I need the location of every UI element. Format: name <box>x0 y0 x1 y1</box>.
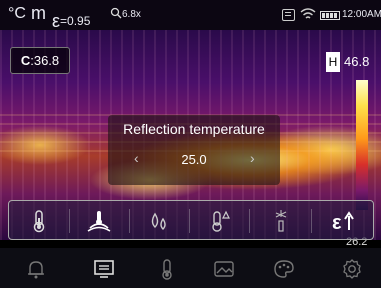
high-temperature: H 46.8 <box>326 52 376 72</box>
palette-tab[interactable] <box>270 256 298 282</box>
thermometer-icon <box>33 210 45 233</box>
emissivity-readout[interactable]: ε=0.95 <box>52 9 91 31</box>
image-icon <box>214 261 234 277</box>
wifi-icon <box>300 8 316 19</box>
toolbar-divider <box>69 209 70 233</box>
center-temperature: C:36.8 <box>10 47 70 74</box>
dialog-title: Reflection temperature <box>123 121 265 137</box>
toolbar-divider <box>311 209 312 233</box>
sd-card-icon <box>282 9 295 21</box>
status-bar: °C m ε=0.95 6.8x 12:00AM <box>0 0 381 31</box>
svg-text:ε: ε <box>332 212 342 234</box>
high-label: H <box>326 52 340 72</box>
unit-label[interactable]: °C <box>8 5 26 23</box>
emissivity-value: =0.95 <box>60 14 91 28</box>
alarm-tab[interactable] <box>22 256 50 282</box>
measure-tab[interactable] <box>90 256 118 282</box>
emissivity-symbol: ε <box>52 11 61 31</box>
laser-tool[interactable] <box>265 205 297 237</box>
center-value: :36.8 <box>30 53 60 68</box>
reflection-temperature-dialog: Reflection temperature ‹ 25.0 › <box>108 115 280 185</box>
thermometer-tool[interactable] <box>23 205 55 237</box>
mode-label[interactable]: m <box>31 3 46 24</box>
toolbar-divider <box>189 209 190 233</box>
bottom-navigation <box>0 248 381 288</box>
bell-icon <box>28 261 44 279</box>
high-value: 46.8 <box>344 54 370 69</box>
toolbar-divider <box>249 209 250 233</box>
temperature-delta-icon <box>212 210 230 232</box>
emissivity-tool[interactable]: ε <box>327 205 359 237</box>
battery-icon <box>320 11 340 20</box>
thermometer-icon <box>162 259 172 280</box>
temperature-tab[interactable] <box>153 256 181 282</box>
temperature-difference-tool[interactable] <box>203 205 235 237</box>
reflection-tool[interactable] <box>83 205 115 237</box>
humidity-tool[interactable] <box>143 205 175 237</box>
emitter-icon <box>87 211 111 232</box>
increase-arrow[interactable]: › <box>250 150 255 166</box>
humidity-icon <box>151 212 166 230</box>
thermal-camera-screen: °C m ε=0.95 6.8x 12:00AM C:36.8 H 46.8 26… <box>0 0 381 288</box>
toolbar-divider <box>129 209 130 233</box>
palette-icon <box>274 260 294 278</box>
image-tab[interactable] <box>210 256 238 282</box>
clock: 12:00AM <box>342 9 381 20</box>
settings-tab[interactable] <box>338 256 366 282</box>
zoom-readout[interactable]: 6.8x <box>110 7 141 20</box>
magnifier-icon <box>110 7 122 19</box>
screen-icon <box>94 260 114 278</box>
settings-icon <box>343 259 361 279</box>
measurement-toolbar: ε <box>8 200 374 240</box>
laser-icon <box>275 210 287 232</box>
zoom-value: 6.8x <box>122 9 141 20</box>
center-label: C <box>20 53 31 68</box>
emissivity-icon: ε <box>332 211 354 234</box>
color-scale-bar <box>356 80 368 210</box>
